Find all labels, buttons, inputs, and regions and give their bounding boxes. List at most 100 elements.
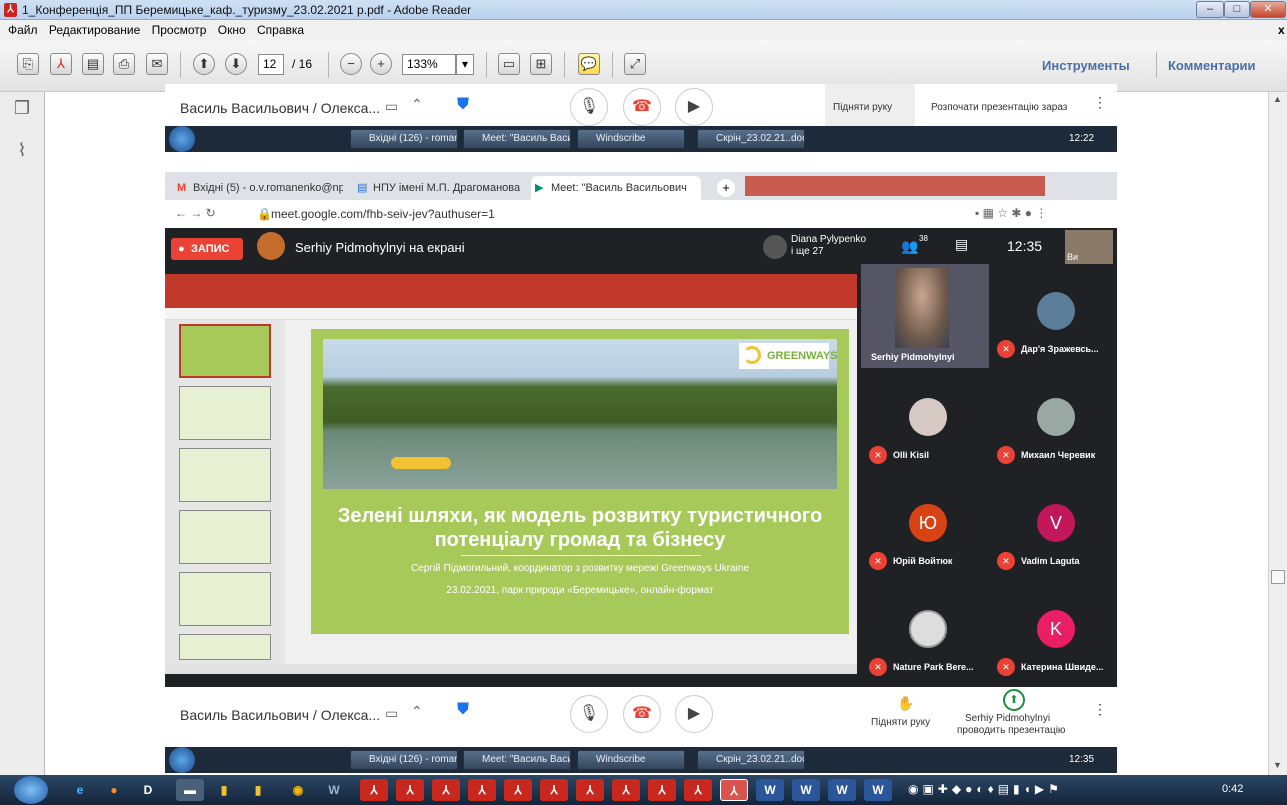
tools-button[interactable]: Инструменты xyxy=(1042,58,1130,73)
prev-page-icon[interactable]: ⬆ xyxy=(193,53,215,75)
present-now-label[interactable]: Розпочати презентацію зараз xyxy=(931,102,1067,113)
print-icon[interactable]: ⎙ xyxy=(113,53,135,75)
caption-icon[interactable]: ▭ xyxy=(385,98,398,115)
navigation-panel: ❐ ⌇ xyxy=(0,92,45,775)
word-task-icon[interactable]: W xyxy=(792,779,820,801)
d-app-icon[interactable]: D xyxy=(134,779,162,801)
pdf-task-icon[interactable]: ⅄ xyxy=(684,779,712,801)
hangup-icon[interactable]: ☎ xyxy=(623,695,661,733)
folder-icon[interactable]: ▮ xyxy=(210,779,238,801)
email-icon[interactable]: ✉ xyxy=(146,53,168,75)
chevron-up-icon[interactable]: ⌃ xyxy=(411,703,423,720)
scroll-thumb[interactable] xyxy=(1271,570,1285,584)
more-options-icon[interactable]: ⋮ xyxy=(1093,94,1107,111)
pdf-task-icon[interactable]: ⅄ xyxy=(468,779,496,801)
screenshot-taskbar-top: Вхідні (126) - roman... Meet: "Василь Ва… xyxy=(165,126,1117,152)
clock[interactable]: 0:42 xyxy=(1222,783,1243,795)
pdf-task-icon-active[interactable]: ⅄ xyxy=(720,779,748,801)
fullscreen-icon[interactable]: ⤢ xyxy=(624,53,646,75)
pdf-task-icon[interactable]: ⅄ xyxy=(576,779,604,801)
firefox-icon[interactable]: ● xyxy=(100,779,128,801)
diana-avatar xyxy=(763,235,787,259)
tab-npu: ▤ НПУ імені М.П. Драгоманова - xyxy=(357,182,521,194)
close-doc-icon[interactable]: x xyxy=(1278,23,1285,37)
tray-icons[interactable]: ◉▣✚◆●◐♦▤▮◖▶⚑ xyxy=(908,782,1063,796)
new-tab-icon: + xyxy=(717,179,735,197)
chevron-up-icon[interactable]: ⌃ xyxy=(411,96,423,113)
presenting-name: Serhiy Pidmohylnyi xyxy=(965,713,1051,724)
more-options-icon[interactable]: ⋮ xyxy=(1093,701,1107,718)
word-task-icon[interactable]: W xyxy=(864,779,892,801)
pages-icon[interactable]: ❐ xyxy=(12,98,32,120)
slide-thumb-1 xyxy=(179,324,271,378)
pdf-task-icon[interactable]: ⅄ xyxy=(432,779,460,801)
tile-name-nature-park: Nature Park Bere... xyxy=(893,662,974,672)
zoom-select[interactable]: 133% xyxy=(402,54,456,75)
tile-name-kateryna: Катерина Швиде... xyxy=(1021,662,1104,672)
shield-icon[interactable]: ⛊ xyxy=(457,701,469,719)
windscribe-icon[interactable]: W xyxy=(320,779,348,801)
taskbar-time-bottom: 12:35 xyxy=(1069,754,1095,765)
slide-thumb-6 xyxy=(179,634,271,660)
meet-bottom-bar: Василь Васильович / Олекса... ▭ ⌃ ⛊ 🎙 ☎ … xyxy=(165,687,1117,743)
maximize-button[interactable]: □ xyxy=(1224,1,1250,18)
menu-edit[interactable]: Редактирование xyxy=(49,23,140,37)
comments-button[interactable]: Комментарии xyxy=(1168,58,1256,73)
menu-file[interactable]: Файл xyxy=(8,23,38,37)
present-icon[interactable]: ⬆ xyxy=(1003,689,1025,711)
zoom-out-icon[interactable]: − xyxy=(340,53,362,75)
pdf-task-icon[interactable]: ⅄ xyxy=(504,779,532,801)
folder-icon[interactable]: ▮ xyxy=(244,779,272,801)
window-title: 1_Конференція_ПП Беремицьке_каф._туризму… xyxy=(22,3,472,17)
pdf-task-icon[interactable]: ⅄ xyxy=(360,779,388,801)
shield-icon[interactable]: ⛊ xyxy=(457,96,469,114)
menu-help[interactable]: Справка xyxy=(257,23,304,37)
start-orb-icon xyxy=(169,747,195,773)
slide-thumb-5 xyxy=(179,572,271,626)
save-icon[interactable]: ▤ xyxy=(82,53,104,75)
camera-icon[interactable]: ▶ xyxy=(675,695,713,733)
meeting-name: Василь Васильович / Олекса... xyxy=(180,100,381,116)
page-number-input[interactable]: 12 xyxy=(258,54,284,75)
pdf-task-icon[interactable]: ⅄ xyxy=(612,779,640,801)
mic-icon[interactable]: 🎙 xyxy=(570,88,608,126)
raise-hand-label-bottom[interactable]: Підняти руку xyxy=(871,717,930,728)
zoom-dropdown-icon[interactable]: ▾ xyxy=(456,54,474,75)
attachment-icon[interactable]: ⌇ xyxy=(12,140,32,162)
pdf-task-icon[interactable]: ⅄ xyxy=(648,779,676,801)
comment-icon[interactable]: 💬 xyxy=(578,53,600,75)
powerpoint-window: GREENWAYS Зелені шляхи, як модель розвит… xyxy=(165,274,857,674)
menu-window[interactable]: Окно xyxy=(218,23,246,37)
export-pdf-icon[interactable]: ⅄ xyxy=(50,53,72,75)
pdf-task-icon[interactable]: ⅄ xyxy=(396,779,424,801)
hangup-icon[interactable]: ☎ xyxy=(623,88,661,126)
show-desktop-icon[interactable]: ▬ xyxy=(176,779,204,801)
raise-hand-label[interactable]: Підняти руку xyxy=(833,102,892,113)
people-count: 38 xyxy=(919,234,928,243)
slide-thumb-4 xyxy=(179,510,271,564)
fit-page-icon[interactable]: ▭ xyxy=(498,53,520,75)
start-button[interactable] xyxy=(14,776,48,804)
mic-off-icon: ✕ xyxy=(869,552,887,570)
fit-width-icon[interactable]: ⊞ xyxy=(530,53,552,75)
ie-icon[interactable]: e xyxy=(66,779,94,801)
create-pdf-icon[interactable]: ⎘ xyxy=(17,53,39,75)
next-page-icon[interactable]: ⬇ xyxy=(225,53,247,75)
current-slide: GREENWAYS Зелені шляхи, як модель розвит… xyxy=(311,329,849,634)
camera-icon[interactable]: ▶ xyxy=(675,88,713,126)
vertical-scrollbar[interactable]: ▲ ▼ xyxy=(1268,92,1287,775)
pdf-task-icon[interactable]: ⅄ xyxy=(540,779,568,801)
word-task-icon[interactable]: W xyxy=(756,779,784,801)
mic-off-icon: ✕ xyxy=(869,658,887,676)
close-button[interactable]: ✕ xyxy=(1250,1,1286,18)
zoom-in-icon[interactable]: + xyxy=(370,53,392,75)
word-task-icon[interactable]: W xyxy=(828,779,856,801)
address-bar: ← → ↻ 🔒 meet.google.com/fhb-seiv-jev?aut… xyxy=(165,200,1117,228)
mic-off-icon: ✕ xyxy=(997,446,1015,464)
menu-view[interactable]: Просмотр xyxy=(152,23,207,37)
caption-icon[interactable]: ▭ xyxy=(385,705,398,722)
raise-hand-icon[interactable]: ✋ xyxy=(897,695,914,712)
mic-icon[interactable]: 🎙 xyxy=(570,695,608,733)
chrome-icon[interactable]: ◉ xyxy=(284,779,312,801)
minimize-button[interactable]: – xyxy=(1196,1,1224,18)
